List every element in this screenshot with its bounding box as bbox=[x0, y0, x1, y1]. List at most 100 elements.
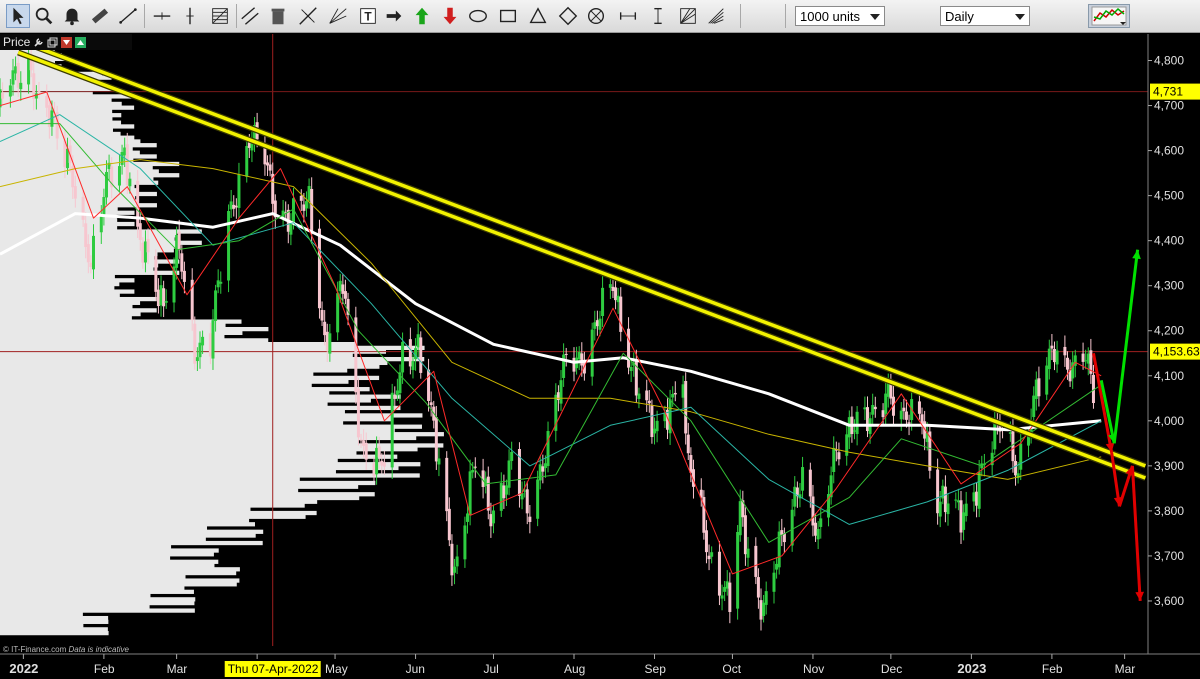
candle-body bbox=[801, 467, 805, 491]
magnifier-icon bbox=[35, 7, 53, 25]
candle-body bbox=[362, 440, 366, 446]
range-tool-button[interactable] bbox=[616, 4, 640, 28]
candle-body bbox=[845, 434, 849, 456]
vertical-line-tool-button[interactable] bbox=[178, 4, 202, 28]
volume-profile-bar bbox=[0, 563, 215, 568]
volume-profile-bar bbox=[0, 514, 306, 519]
circle-cross-tool-button[interactable] bbox=[584, 4, 608, 28]
volume-profile-bar bbox=[0, 432, 444, 437]
candle-body bbox=[814, 522, 818, 536]
candle-body bbox=[429, 402, 433, 406]
volume-profile-bar bbox=[0, 499, 318, 504]
gann-tool-button[interactable] bbox=[326, 4, 350, 28]
candle-body bbox=[86, 244, 90, 263]
move-up-icon[interactable] bbox=[75, 36, 87, 48]
copyright-text: © IT-Finance.com bbox=[3, 645, 67, 654]
price-range-tool-button[interactable] bbox=[646, 4, 670, 28]
price-chart[interactable]: 3,600 3,700 3,800 3,900 4,000 4,100 4,200 4,300… bbox=[0, 34, 1200, 679]
candle-body bbox=[372, 463, 376, 476]
period-dropdown[interactable]: Daily bbox=[940, 6, 1030, 26]
trend-channel-tool-button[interactable] bbox=[238, 4, 262, 28]
zoom-tool-button[interactable] bbox=[32, 4, 56, 28]
units-dropdown[interactable]: 1000 units bbox=[795, 6, 885, 26]
pitchfork-tool-button[interactable] bbox=[296, 4, 320, 28]
candle-body bbox=[1008, 432, 1012, 434]
candle-body bbox=[328, 333, 332, 354]
candle-body bbox=[81, 196, 85, 220]
candle-body bbox=[645, 390, 649, 401]
candle-body bbox=[899, 410, 903, 420]
volume-profile-bar bbox=[0, 589, 194, 594]
vertical-line-icon bbox=[186, 7, 194, 25]
candle-body bbox=[975, 491, 979, 506]
chart-type-button[interactable] bbox=[1088, 4, 1130, 28]
candle-body bbox=[341, 284, 345, 294]
volume-profile-bar bbox=[0, 225, 118, 230]
y-tick-label: 4,400 bbox=[1154, 234, 1184, 248]
volume-profile-bar bbox=[0, 593, 151, 598]
volume-profile-bar bbox=[0, 548, 219, 553]
wrench-icon[interactable] bbox=[33, 37, 44, 48]
horizontal-line-tool-button[interactable] bbox=[150, 4, 174, 28]
candle-body bbox=[453, 566, 457, 573]
cursor-tool-button[interactable] bbox=[6, 4, 30, 28]
fibonacci-tool-button[interactable] bbox=[208, 4, 232, 28]
rectangle-tool-button[interactable] bbox=[496, 4, 520, 28]
candle-body bbox=[762, 602, 766, 617]
arrow-up-green-icon bbox=[415, 7, 429, 25]
restore-window-icon[interactable] bbox=[47, 37, 58, 48]
candle-body bbox=[863, 407, 867, 410]
volume-profile-bar bbox=[0, 529, 264, 534]
candle-body bbox=[904, 411, 908, 420]
triangle-tool-button[interactable] bbox=[526, 4, 550, 28]
speed-lines-tool-button[interactable] bbox=[704, 4, 728, 28]
candle-body bbox=[380, 460, 384, 466]
candle-body bbox=[27, 58, 31, 85]
delete-tool-button[interactable] bbox=[266, 4, 290, 28]
ellipse-tool-button[interactable] bbox=[466, 4, 490, 28]
candle-body bbox=[193, 323, 197, 364]
candle-body bbox=[447, 508, 451, 541]
candle-body bbox=[886, 382, 890, 397]
candle-body bbox=[943, 486, 947, 513]
horizontal-line-icon bbox=[153, 12, 171, 20]
candle-body bbox=[471, 469, 475, 473]
diamond-icon bbox=[558, 6, 578, 26]
rectangle-icon bbox=[499, 9, 517, 23]
trendline-tool-button[interactable] bbox=[116, 4, 140, 28]
candle-body bbox=[647, 400, 651, 404]
diamond-tool-button[interactable] bbox=[556, 4, 580, 28]
ruler-tool-button[interactable] bbox=[88, 4, 112, 28]
down-arrow-tool-button[interactable] bbox=[438, 4, 462, 28]
candle-body bbox=[491, 510, 495, 524]
candle-body bbox=[16, 62, 20, 88]
arrow-tool-button[interactable] bbox=[382, 4, 406, 28]
y-tick-label: 4,300 bbox=[1154, 279, 1184, 293]
volume-profile-bar bbox=[0, 619, 109, 624]
candle-body bbox=[234, 205, 238, 208]
volume-profile-bar bbox=[0, 311, 141, 317]
candle-body bbox=[655, 420, 659, 432]
candle-body bbox=[229, 201, 233, 210]
volume-profile-bar bbox=[0, 402, 328, 407]
volume-profile-bar bbox=[0, 383, 312, 388]
candle-body bbox=[689, 455, 693, 473]
volume-profile-bar bbox=[0, 627, 108, 632]
cursor-icon bbox=[13, 7, 24, 25]
volume-profile-bar bbox=[0, 124, 135, 129]
candle-body bbox=[684, 381, 688, 434]
candle-body bbox=[268, 164, 272, 171]
candle-body bbox=[146, 238, 150, 253]
candle-body bbox=[237, 174, 241, 208]
candle-body bbox=[250, 143, 254, 151]
candle-body bbox=[577, 351, 581, 360]
candle-body bbox=[159, 285, 163, 306]
candle-body bbox=[847, 417, 851, 438]
candle-body bbox=[214, 290, 218, 321]
text-tool-button[interactable]: T bbox=[356, 4, 380, 28]
alert-tool-button[interactable] bbox=[60, 4, 84, 28]
move-down-icon[interactable] bbox=[61, 36, 73, 48]
volume-profile-bar bbox=[0, 555, 171, 561]
fan-tool-button[interactable] bbox=[676, 4, 700, 28]
up-arrow-tool-button[interactable] bbox=[410, 4, 434, 28]
